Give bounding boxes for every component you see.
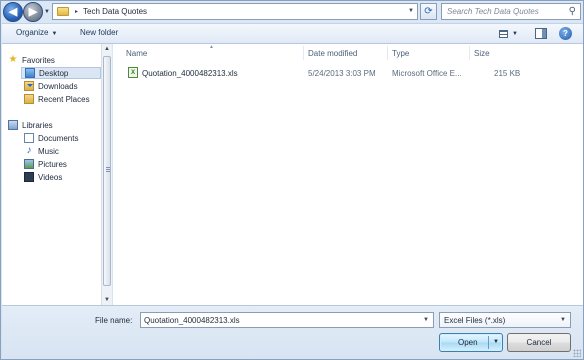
downloads-icon xyxy=(24,81,34,91)
nav-favorites-label: Favorites xyxy=(22,55,55,65)
desktop-icon xyxy=(25,68,35,78)
excel-file-icon: X xyxy=(128,67,138,78)
scroll-up-icon[interactable]: ▲ xyxy=(104,46,110,52)
file-name-field[interactable] xyxy=(141,313,411,327)
column-header-size[interactable]: Size xyxy=(474,49,490,58)
column-header-type[interactable]: Type xyxy=(392,49,409,58)
grip-icon xyxy=(106,167,110,172)
column-divider[interactable] xyxy=(303,46,304,60)
file-date-cell: 5/24/2013 3:03 PM xyxy=(308,69,376,78)
back-button[interactable]: ◀ xyxy=(3,2,23,22)
file-name-combobox[interactable]: ▼ xyxy=(140,312,434,328)
file-type-filter-select[interactable]: Excel Files (*.xls) ▼ xyxy=(439,312,571,328)
file-row[interactable]: X Quotation_4000482313.xls 5/24/2013 3:0… xyxy=(113,66,583,80)
organize-label: Organize xyxy=(16,28,49,37)
search-input[interactable] xyxy=(447,7,565,16)
open-button-label: Open xyxy=(458,338,478,347)
libraries-icon xyxy=(8,120,18,130)
nav-item-label: Recent Places xyxy=(38,94,90,104)
search-icon[interactable]: ⚲ xyxy=(569,6,576,17)
file-type-filter-value: Excel Files (*.xls) xyxy=(444,316,506,325)
address-bar[interactable]: ▸ Tech Data Quotes ▼ xyxy=(52,3,418,20)
nav-pane-scrollbar[interactable]: ▲ ▼ xyxy=(101,44,112,305)
scrollbar-thumb[interactable] xyxy=(103,56,111,286)
nav-libraries-label: Libraries xyxy=(22,120,53,130)
nav-item-desktop[interactable]: Desktop xyxy=(21,67,101,79)
navigation-pane: ★ Favorites Desktop Downloads Recent Pla… xyxy=(2,44,112,305)
nav-item-pictures[interactable]: Pictures xyxy=(24,158,67,170)
chevron-down-icon: ▼ xyxy=(560,317,566,323)
split-divider xyxy=(488,336,489,349)
breadcrumb-current-folder[interactable]: Tech Data Quotes xyxy=(83,7,147,16)
nav-item-label: Videos xyxy=(38,172,63,182)
resize-grip-icon[interactable] xyxy=(573,349,581,357)
open-options-dropdown-icon[interactable]: ▼ xyxy=(493,339,499,345)
nav-item-label: Pictures xyxy=(38,159,67,169)
column-header-date-modified[interactable]: Date modified xyxy=(308,49,357,58)
scroll-down-icon[interactable]: ▼ xyxy=(104,297,110,303)
nav-item-label: Desktop xyxy=(39,68,69,78)
star-icon: ★ xyxy=(8,54,18,65)
pictures-icon xyxy=(24,159,34,169)
nav-item-label: Downloads xyxy=(38,81,78,91)
sort-ascending-icon: ▲ xyxy=(209,44,214,50)
file-size-cell: 215 KB xyxy=(494,69,521,78)
column-divider[interactable] xyxy=(469,46,470,60)
documents-icon xyxy=(24,133,34,143)
nav-item-videos[interactable]: Videos xyxy=(24,171,62,183)
help-icon[interactable]: ? xyxy=(559,27,572,40)
refresh-button[interactable]: ⟳ xyxy=(420,3,437,20)
command-bar: Organize ▼ New folder ▼ ? xyxy=(2,23,583,44)
videos-icon xyxy=(24,172,34,182)
column-divider[interactable] xyxy=(387,46,388,60)
back-arrow-icon: ◀ xyxy=(8,5,18,18)
open-file-dialog: ◀ ▶ ▼ ▸ Tech Data Quotes ▼ ⟳ ⚲ Organize▼… xyxy=(0,0,584,360)
search-box[interactable]: ⚲ xyxy=(441,3,581,20)
breadcrumb-separator[interactable]: ▸ xyxy=(75,8,78,15)
file-name-label: File name: xyxy=(95,316,133,325)
forward-arrow-icon: ▶ xyxy=(28,5,38,18)
forward-button[interactable]: ▶ xyxy=(23,2,43,22)
folder-icon xyxy=(57,7,69,16)
preview-pane-button[interactable] xyxy=(535,28,547,39)
column-header-row: ▲ Name Date modified Type Size xyxy=(113,44,583,62)
nav-item-label: Documents xyxy=(38,133,79,143)
address-dropdown-icon[interactable]: ▼ xyxy=(408,8,414,14)
address-bar-row: ◀ ▶ ▼ ▸ Tech Data Quotes ▼ ⟳ ⚲ xyxy=(1,1,584,23)
file-list: ▲ Name Date modified Type Size X Quotati… xyxy=(113,44,583,305)
dialog-footer: File name: ▼ Excel Files (*.xls) ▼ Open … xyxy=(2,305,583,359)
file-type-cell: Microsoft Office E... xyxy=(392,69,462,78)
music-icon: ♪ xyxy=(26,145,32,156)
refresh-icon: ⟳ xyxy=(424,6,433,17)
nav-libraries[interactable]: Libraries xyxy=(8,119,53,131)
nav-item-label: Music xyxy=(38,146,59,156)
nav-item-recent-places[interactable]: Recent Places xyxy=(24,93,90,105)
organize-button[interactable]: Organize ▼ xyxy=(16,28,57,37)
file-name-cell: Quotation_4000482313.xls xyxy=(142,69,238,78)
details-view-icon xyxy=(499,29,508,38)
chevron-down-icon[interactable]: ▼ xyxy=(423,317,429,323)
chevron-down-icon: ▼ xyxy=(51,31,58,37)
cancel-button[interactable]: Cancel xyxy=(507,333,571,352)
new-folder-button[interactable]: New folder xyxy=(80,28,118,37)
column-header-name[interactable]: Name xyxy=(126,49,147,58)
recent-locations-dropdown-icon[interactable]: ▼ xyxy=(44,9,50,15)
nav-item-music[interactable]: ♪ Music xyxy=(24,145,59,157)
chevron-down-icon: ▼ xyxy=(512,30,518,37)
change-view-button[interactable]: ▼ xyxy=(499,27,521,40)
open-button[interactable]: Open ▼ xyxy=(439,333,503,352)
nav-item-downloads[interactable]: Downloads xyxy=(24,80,78,92)
nav-favorites[interactable]: ★ Favorites xyxy=(8,54,55,66)
nav-item-documents[interactable]: Documents xyxy=(24,132,78,144)
recent-places-icon xyxy=(24,94,34,104)
